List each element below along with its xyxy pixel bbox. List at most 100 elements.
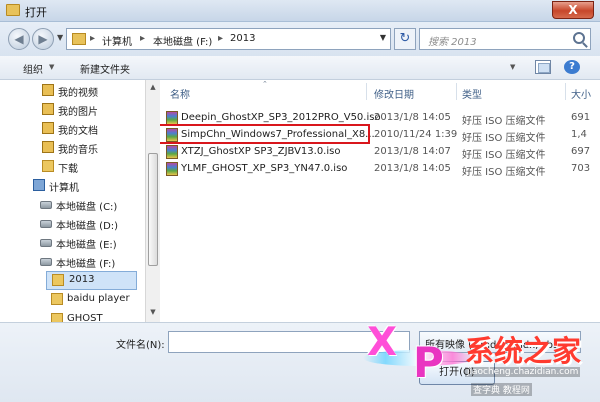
breadcrumb-separator: ▸ (90, 33, 96, 44)
file-name: YLMF_GHOST_XP_SP3_YN47.0.iso (181, 163, 348, 174)
sidebar-item-label: GHOST (67, 313, 103, 322)
column-divider[interactable] (565, 83, 566, 100)
sidebar-item-pictures[interactable]: 我的图片 (42, 101, 142, 120)
breadcrumb-drive[interactable]: 本地磁盘 (F:) (153, 33, 212, 48)
address-bar[interactable]: ▸ 计算机 ▸ 本地磁盘 (F:) ▸ 2013 ▼ (66, 28, 391, 50)
file-type-value: 所有映像 (*.mds;*.mdx;*.b5t;* (425, 340, 567, 351)
folder-icon (42, 84, 54, 96)
new-folder-button[interactable]: 新建文件夹 (80, 61, 130, 76)
command-toolbar: 组织 ▼ 新建文件夹 ▼ ? (0, 56, 600, 80)
file-size: 703 (571, 163, 591, 174)
table-row[interactable]: SimpChn_Windows7_Professional_X8... 2010… (160, 124, 600, 144)
folder-icon (42, 122, 54, 134)
file-type: 好压 ISO 压缩文件 (462, 167, 546, 178)
sidebar-item-label: 本地磁盘 (C:) (56, 202, 118, 213)
sidebar-item-computer[interactable]: 计算机 (33, 177, 143, 196)
column-header-type[interactable]: 类型 (462, 86, 482, 101)
file-date: 2013/1/8 14:05 (374, 112, 451, 123)
column-divider[interactable] (366, 83, 367, 100)
sidebar-item-baidu-player[interactable]: baidu player (51, 291, 145, 310)
scroll-thumb[interactable] (148, 153, 158, 266)
history-dropdown-icon[interactable]: ▼ (57, 33, 63, 42)
drive-icon (40, 201, 52, 209)
sidebar-item-music[interactable]: 我的音乐 (42, 139, 142, 158)
folder-icon (42, 160, 54, 172)
table-row[interactable]: XTZJ_GhostXP SP3_ZJBV13.0.iso 2013/1/8 1… (160, 143, 600, 161)
open-button[interactable]: 打开(O) (419, 361, 495, 385)
folder-icon (72, 33, 86, 45)
file-date: 2013/1/8 14:07 (374, 146, 451, 157)
file-name: SimpChn_Windows7_Professional_X8... (181, 129, 375, 140)
sidebar-item-downloads[interactable]: 下载 (42, 158, 142, 177)
column-header-size[interactable]: 大小 (571, 86, 591, 101)
file-type: 好压 ISO 压缩文件 (462, 150, 546, 161)
sidebar-item-2013[interactable]: 2013 (46, 271, 137, 290)
sidebar-item-label: 我的音乐 (58, 145, 98, 156)
sidebar-item-label: 我的视频 (58, 88, 98, 99)
breadcrumb-computer[interactable]: 计算机 (102, 33, 132, 48)
sidebar-item-drive-c[interactable]: 本地磁盘 (C:) (40, 196, 142, 215)
organize-dropdown-icon[interactable]: ▼ (49, 63, 54, 71)
sidebar-item-label: 我的图片 (58, 107, 98, 118)
column-header-name[interactable]: 名称 (170, 86, 190, 101)
search-icon (573, 32, 585, 44)
drive-icon (40, 220, 52, 228)
organize-button[interactable]: 组织 (23, 61, 43, 76)
address-dropdown-icon[interactable]: ▼ (380, 33, 386, 42)
search-placeholder: 搜索 2013 (428, 37, 477, 48)
sidebar-item-drive-d[interactable]: 本地磁盘 (D:) (40, 215, 142, 234)
archive-icon (166, 145, 178, 159)
breadcrumb-separator: ▸ (218, 33, 224, 44)
file-type: 好压 ISO 压缩文件 (462, 116, 546, 127)
computer-icon (33, 179, 45, 191)
sidebar-item-label: 下载 (58, 164, 78, 175)
file-type: 好压 ISO 压缩文件 (462, 133, 546, 144)
scroll-down-icon[interactable]: ▼ (148, 308, 158, 318)
file-type-select[interactable]: 所有映像 (*.mds;*.mdx;*.b5t;* ▼ (419, 331, 581, 353)
archive-icon (166, 111, 178, 125)
sidebar-item-label: 本地磁盘 (F:) (56, 259, 116, 270)
title-bar: 打开 X (0, 0, 600, 22)
table-row[interactable]: YLMF_GHOST_XP_SP3_YN47.0.iso 2013/1/8 14… (160, 160, 600, 178)
sidebar-item-label: 本地磁盘 (D:) (56, 221, 119, 232)
file-list: 名称 ⌃ 修改日期 类型 大小 Deepin_GhostXP_SP3_2012P… (160, 80, 600, 322)
bottom-panel: 文件名(N): 所有映像 (*.mds;*.mdx;*.b5t;* ▼ 打开(O… (0, 322, 600, 402)
file-size: 691 (571, 112, 591, 123)
folder-icon (51, 313, 63, 322)
help-icon[interactable]: ? (564, 60, 580, 74)
filename-input[interactable] (168, 331, 410, 353)
column-divider[interactable] (456, 83, 457, 100)
view-dropdown-icon[interactable]: ▼ (510, 63, 515, 71)
table-row[interactable]: Deepin_GhostXP_SP3_2012PRO_V50.iso 2013/… (160, 109, 600, 127)
column-header-date[interactable]: 修改日期 (374, 86, 414, 101)
file-date: 2013/1/8 14:05 (374, 163, 451, 174)
refresh-icon[interactable]: ↻ (394, 28, 416, 50)
archive-icon (166, 128, 178, 142)
file-name: Deepin_GhostXP_SP3_2012PRO_V50.iso (181, 112, 381, 123)
sidebar-item-label: 2013 (69, 274, 95, 285)
sidebar-item-label: 计算机 (49, 183, 79, 194)
file-size: 1,4 (571, 129, 587, 140)
filename-label: 文件名(N): (116, 340, 165, 351)
file-name: XTZJ_GhostXP SP3_ZJBV13.0.iso (181, 146, 341, 157)
back-icon[interactable]: ◀ (8, 28, 30, 50)
close-button[interactable]: X (552, 1, 594, 19)
file-date: 2010/11/24 1:39 (374, 129, 458, 140)
breadcrumb-folder[interactable]: 2013 (230, 33, 255, 44)
search-input[interactable]: 搜索 2013 (419, 28, 591, 50)
sidebar-item-documents[interactable]: 我的文档 (42, 120, 142, 139)
folder-icon (6, 4, 20, 16)
sidebar-item-videos[interactable]: 我的视频 (42, 82, 142, 101)
navigation-pane: 我的视频 我的图片 我的文档 我的音乐 下载 计算机 本地磁盘 (C:) 本地磁… (15, 80, 145, 322)
forward-icon[interactable]: ▶ (32, 28, 54, 50)
sidebar-item-drive-f[interactable]: 本地磁盘 (F:) (40, 253, 142, 272)
sidebar-item-ghost[interactable]: GHOST (51, 311, 145, 322)
sidebar-item-label: 我的文档 (58, 126, 98, 137)
scroll-up-icon[interactable]: ▲ (148, 83, 158, 93)
sidebar-item-drive-e[interactable]: 本地磁盘 (E:) (40, 234, 142, 253)
preview-pane-icon[interactable] (535, 60, 551, 74)
sidebar-scrollbar[interactable]: ▲ ▼ (145, 80, 160, 322)
drive-icon (40, 239, 52, 247)
file-size: 697 (571, 146, 591, 157)
sort-asc-icon: ⌃ (262, 80, 268, 88)
